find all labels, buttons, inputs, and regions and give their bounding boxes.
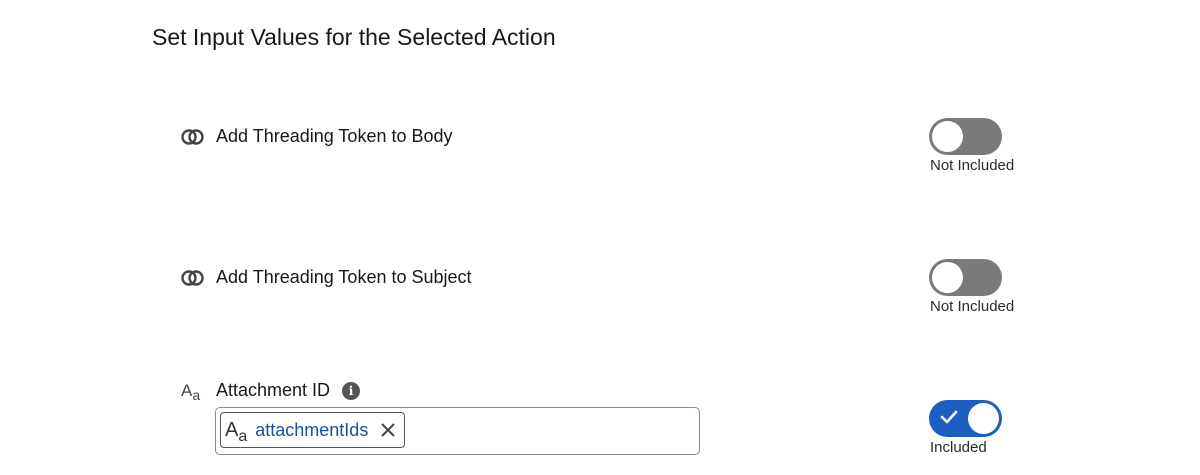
- attachment-id-input[interactable]: Aa attachmentIds: [215, 407, 700, 455]
- include-toggle-attachment-id[interactable]: [929, 400, 1002, 437]
- toggle-knob: [968, 403, 999, 434]
- pill-label: attachmentIds: [255, 419, 369, 440]
- toggle-status-label: Not Included: [930, 157, 1015, 174]
- close-icon[interactable]: [380, 422, 396, 438]
- include-toggle-body[interactable]: [929, 118, 1002, 155]
- text-type-icon: Aa: [225, 418, 248, 445]
- page-title: Set Input Values for the Selected Action: [152, 24, 556, 50]
- variable-pill[interactable]: Aa attachmentIds: [220, 412, 406, 448]
- field-label: Add Threading Token to Body: [216, 126, 453, 146]
- toggle-status-label: Included: [930, 439, 987, 456]
- field-label: Add Threading Token to Subject: [216, 267, 472, 287]
- field-label: Attachment ID: [216, 380, 331, 400]
- toggle-knob: [932, 121, 963, 152]
- text-type-icon: Aa: [181, 380, 201, 403]
- include-toggle-subject[interactable]: [929, 259, 1002, 296]
- toggle-status-label: Not Included: [930, 298, 1015, 315]
- link-rings-icon: [181, 127, 205, 147]
- field-attachment-id: Aa Attachment ID i: [181, 380, 361, 403]
- field-add-threading-token-subject: Add Threading Token to Subject: [181, 267, 472, 288]
- field-add-threading-token-body: Add Threading Token to Body: [181, 126, 453, 147]
- link-rings-icon: [181, 268, 205, 288]
- info-icon[interactable]: i: [342, 381, 361, 400]
- checkmark-icon: [940, 409, 958, 430]
- toggle-knob: [932, 262, 963, 293]
